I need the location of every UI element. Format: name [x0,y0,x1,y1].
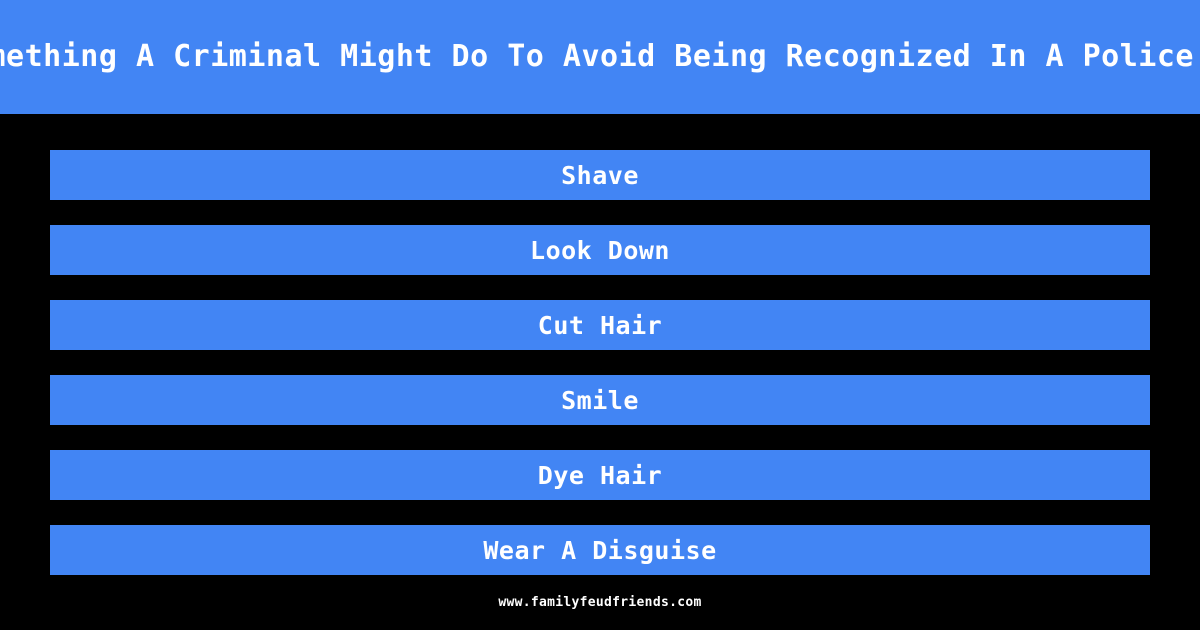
site-url-label: www.familyfeudfriends.com [498,595,702,610]
family-feud-answer-card: Name Something A Criminal Might Do To Av… [0,0,1200,630]
answer-bar[interactable]: Cut Hair [50,300,1150,350]
answer-label: Smile [561,385,639,415]
answer-bar[interactable]: Look Down [50,225,1150,275]
answer-bar[interactable]: Smile [50,375,1150,425]
question-banner: Name Something A Criminal Might Do To Av… [0,0,1200,114]
answer-bar[interactable]: Wear A Disguise [50,525,1150,575]
answer-label: Look Down [530,235,670,265]
answer-label: Shave [561,160,639,190]
footer: www.familyfeudfriends.com [0,575,1200,630]
answer-bar[interactable]: Shave [50,150,1150,200]
answer-label: Dye Hair [537,460,663,490]
answer-label: Wear A Disguise [483,535,717,565]
answer-label: Cut Hair [537,310,663,340]
answer-bar[interactable]: Dye Hair [50,450,1150,500]
question-text: Name Something A Criminal Might Do To Av… [0,39,1200,74]
answers-list: Shave Look Down Cut Hair Smile Dye Hair … [0,114,1200,575]
